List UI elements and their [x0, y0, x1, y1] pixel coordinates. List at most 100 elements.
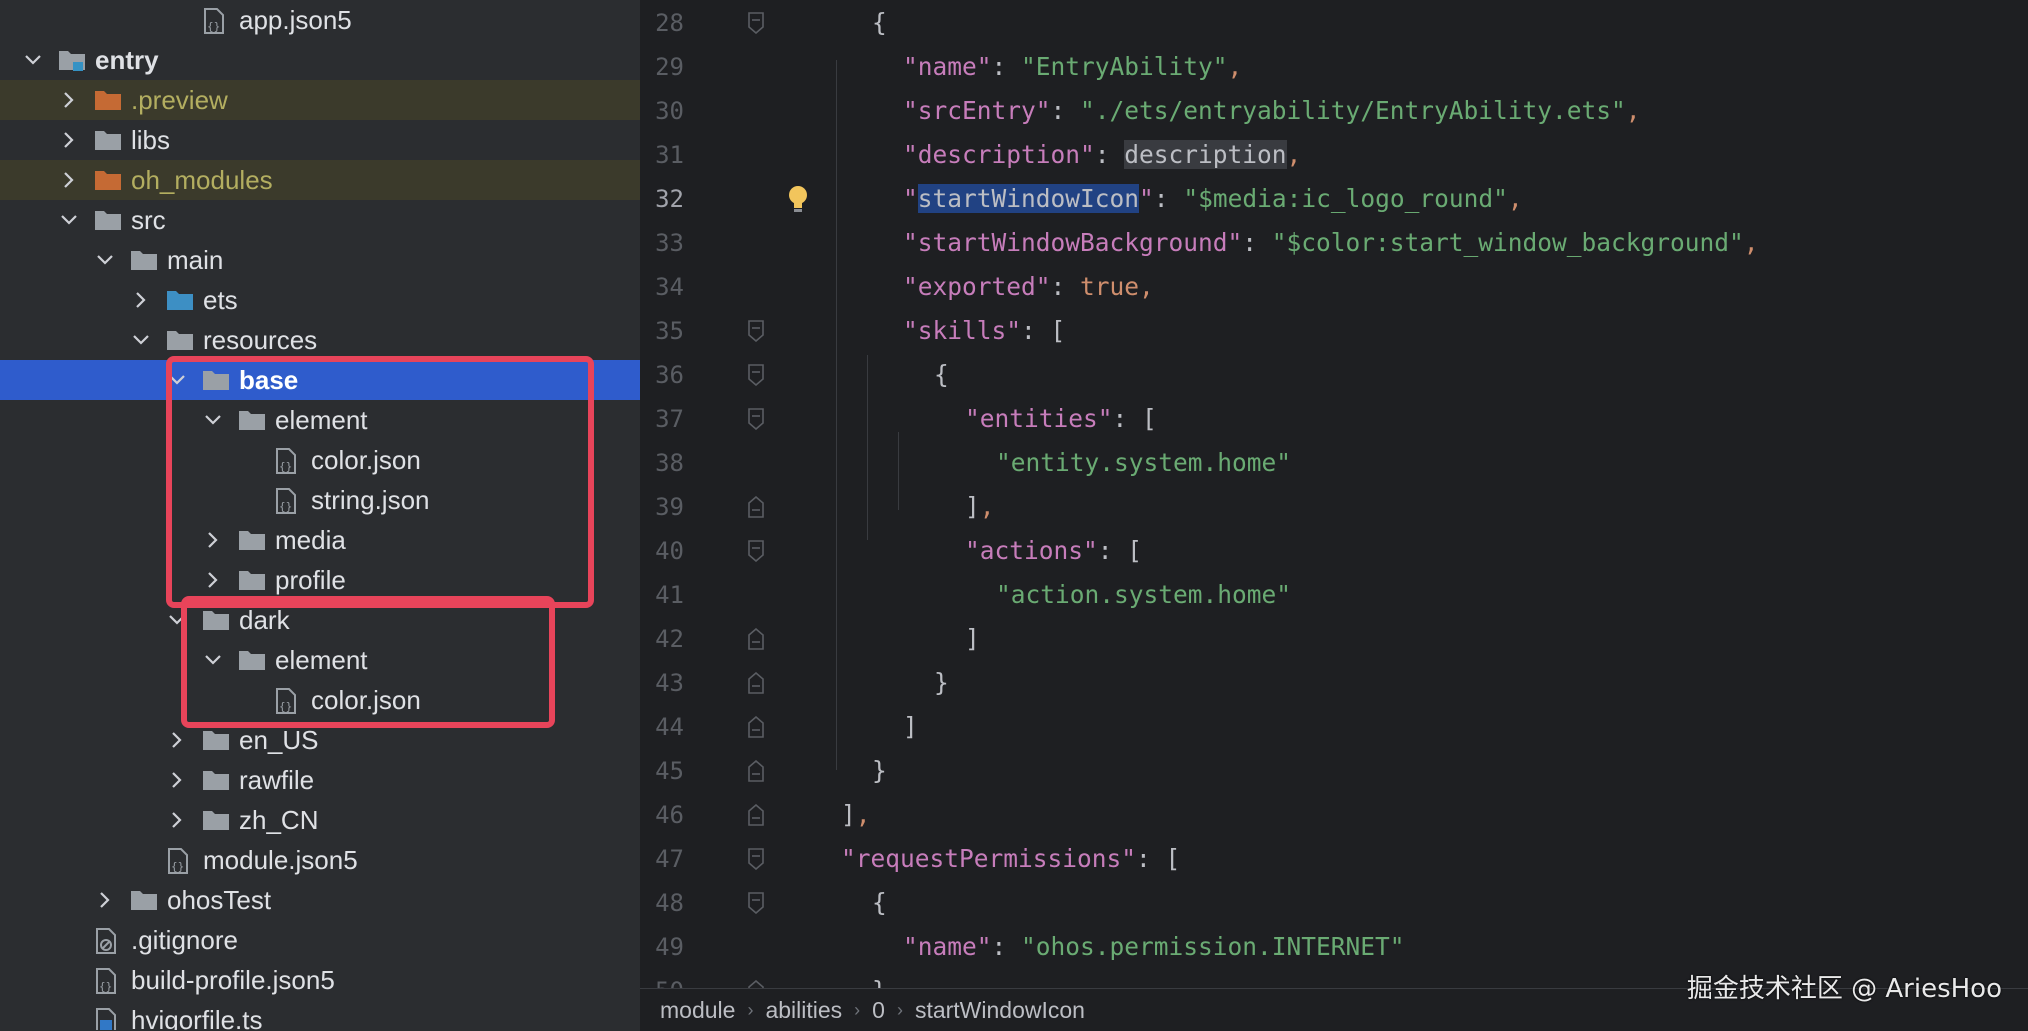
code-token: "startWindowBackground" — [903, 228, 1243, 257]
code-line[interactable]: } — [872, 969, 887, 988]
code-token: ] — [841, 800, 856, 829]
line-number: 44 — [655, 713, 684, 741]
folder-icon — [202, 768, 230, 792]
chevron-down-icon[interactable] — [58, 200, 80, 240]
line-number: 33 — [655, 229, 684, 257]
line-number: 41 — [655, 581, 684, 609]
fold-end-icon[interactable] — [747, 715, 765, 738]
line-number: 34 — [655, 273, 684, 301]
code-line[interactable]: "skills": [ — [903, 309, 1065, 353]
breadcrumb-item[interactable]: abilities — [757, 997, 850, 1024]
fold-collapse-icon[interactable] — [747, 364, 765, 387]
code-editor[interactable]: 28 {29 "name": "EntryAbility", 30 "srcEntry"… — [640, 0, 2028, 988]
breadcrumb-item[interactable]: startWindowIcon — [907, 997, 1093, 1024]
fold-collapse-icon[interactable] — [747, 848, 765, 871]
tree-item-label: oh_modules — [131, 165, 273, 195]
code-line[interactable]: ], — [841, 793, 871, 837]
chevron-right-icon[interactable] — [58, 120, 80, 160]
code-line[interactable]: "name": "EntryAbility", — [903, 45, 1242, 89]
code-token: " — [1139, 184, 1154, 213]
fold-end-icon[interactable] — [747, 671, 765, 694]
chevron-placeholder — [166, 0, 188, 40]
tree-item-label: app.json5 — [239, 5, 352, 35]
fold-end-icon[interactable] — [747, 979, 765, 988]
tree-item[interactable]: {} app.json5 — [0, 0, 640, 40]
code-token: ] — [903, 712, 918, 741]
tree-item[interactable]: ets — [0, 280, 640, 320]
fold-end-icon[interactable] — [747, 803, 765, 826]
code-line[interactable]: } — [934, 661, 949, 705]
code-line[interactable]: "startWindowIcon": "$media:ic_logo_round… — [903, 177, 1523, 221]
fold-collapse-icon[interactable] — [747, 540, 765, 563]
code-line[interactable]: "startWindowBackground": "$color:start_w… — [903, 221, 1759, 265]
code-token: : [ — [1097, 536, 1143, 565]
tree-item[interactable]: entry — [0, 40, 640, 80]
chevron-placeholder — [130, 840, 152, 880]
code-token: true — [1080, 272, 1140, 301]
code-line[interactable]: "exported": true, — [903, 265, 1154, 309]
breadcrumb-item[interactable]: 0 — [864, 997, 893, 1024]
highlight-box-dark — [181, 596, 555, 728]
code-line[interactable]: "entity.system.home" — [996, 441, 1291, 485]
tree-item[interactable]: {} build-profile.json5 — [0, 960, 640, 1000]
code-line[interactable]: "action.system.home" — [996, 573, 1291, 617]
code-token: : — [1050, 96, 1081, 125]
chevron-down-icon[interactable] — [94, 240, 116, 280]
breadcrumb-item[interactable]: module — [652, 997, 743, 1024]
code-line[interactable]: ], — [965, 485, 995, 529]
code-line[interactable]: "srcEntry": "./ets/entryability/EntryAbi… — [903, 89, 1641, 133]
chevron-right-icon[interactable] — [166, 800, 188, 840]
code-line[interactable]: "requestPermissions": [ — [841, 837, 1180, 881]
chevron-right-icon[interactable] — [130, 280, 152, 320]
code-line[interactable]: { — [934, 353, 949, 397]
fold-end-icon[interactable] — [747, 495, 765, 518]
tree-item[interactable]: resources — [0, 320, 640, 360]
folder-icon — [130, 888, 158, 912]
tree-item-label: hvigorfile.ts — [131, 1005, 263, 1030]
line-number: 31 — [655, 141, 684, 169]
fold-end-icon[interactable] — [747, 759, 765, 782]
tree-item[interactable]: {} module.json5 — [0, 840, 640, 880]
code-line[interactable]: { — [872, 881, 887, 925]
tree-item[interactable]: ohosTest — [0, 880, 640, 920]
folder-blue-icon — [166, 288, 194, 312]
chevron-down-icon[interactable] — [130, 320, 152, 360]
tree-item-label: .preview — [131, 85, 228, 115]
tree-item[interactable]: src — [0, 200, 640, 240]
fold-collapse-icon[interactable] — [747, 320, 765, 343]
code-token: { — [872, 8, 887, 37]
tree-item[interactable]: .preview — [0, 80, 640, 120]
fold-collapse-icon[interactable] — [747, 892, 765, 915]
folder-icon — [94, 208, 122, 232]
code-token: , — [1286, 140, 1302, 169]
tree-item[interactable]: main — [0, 240, 640, 280]
chevron-right-icon[interactable] — [166, 760, 188, 800]
tree-item[interactable]: hvigorfile.ts — [0, 1000, 640, 1030]
tree-item[interactable]: oh_modules — [0, 160, 640, 200]
code-line[interactable]: ] — [965, 617, 980, 661]
code-token: : — [1242, 228, 1272, 257]
tree-item[interactable]: libs — [0, 120, 640, 160]
code-line[interactable]: "entities": [ — [965, 397, 1157, 441]
indent-guide — [898, 432, 899, 510]
code-token: : [ — [1112, 404, 1157, 433]
fold-end-icon[interactable] — [747, 627, 765, 650]
fold-collapse-icon[interactable] — [747, 12, 765, 35]
lightbulb-icon[interactable] — [786, 184, 810, 216]
ts-file-icon — [94, 1008, 122, 1030]
code-line[interactable]: "actions": [ — [965, 529, 1142, 573]
tree-item[interactable]: .gitignore — [0, 920, 640, 960]
code-line[interactable]: "description": description, — [903, 133, 1301, 177]
chevron-right-icon[interactable] — [58, 160, 80, 200]
chevron-right-icon[interactable] — [58, 80, 80, 120]
fold-collapse-icon[interactable] — [747, 408, 765, 431]
tree-item[interactable]: zh_CN — [0, 800, 640, 840]
code-line[interactable]: { — [872, 1, 887, 45]
code-line[interactable]: ] — [903, 705, 918, 749]
code-token: } — [872, 756, 887, 785]
code-line[interactable]: "name": "ohos.permission.INTERNET" — [903, 925, 1405, 969]
chevron-right-icon[interactable] — [94, 880, 116, 920]
chevron-down-icon[interactable] — [22, 40, 44, 80]
tree-item[interactable]: rawfile — [0, 760, 640, 800]
code-line[interactable]: } — [872, 749, 887, 793]
